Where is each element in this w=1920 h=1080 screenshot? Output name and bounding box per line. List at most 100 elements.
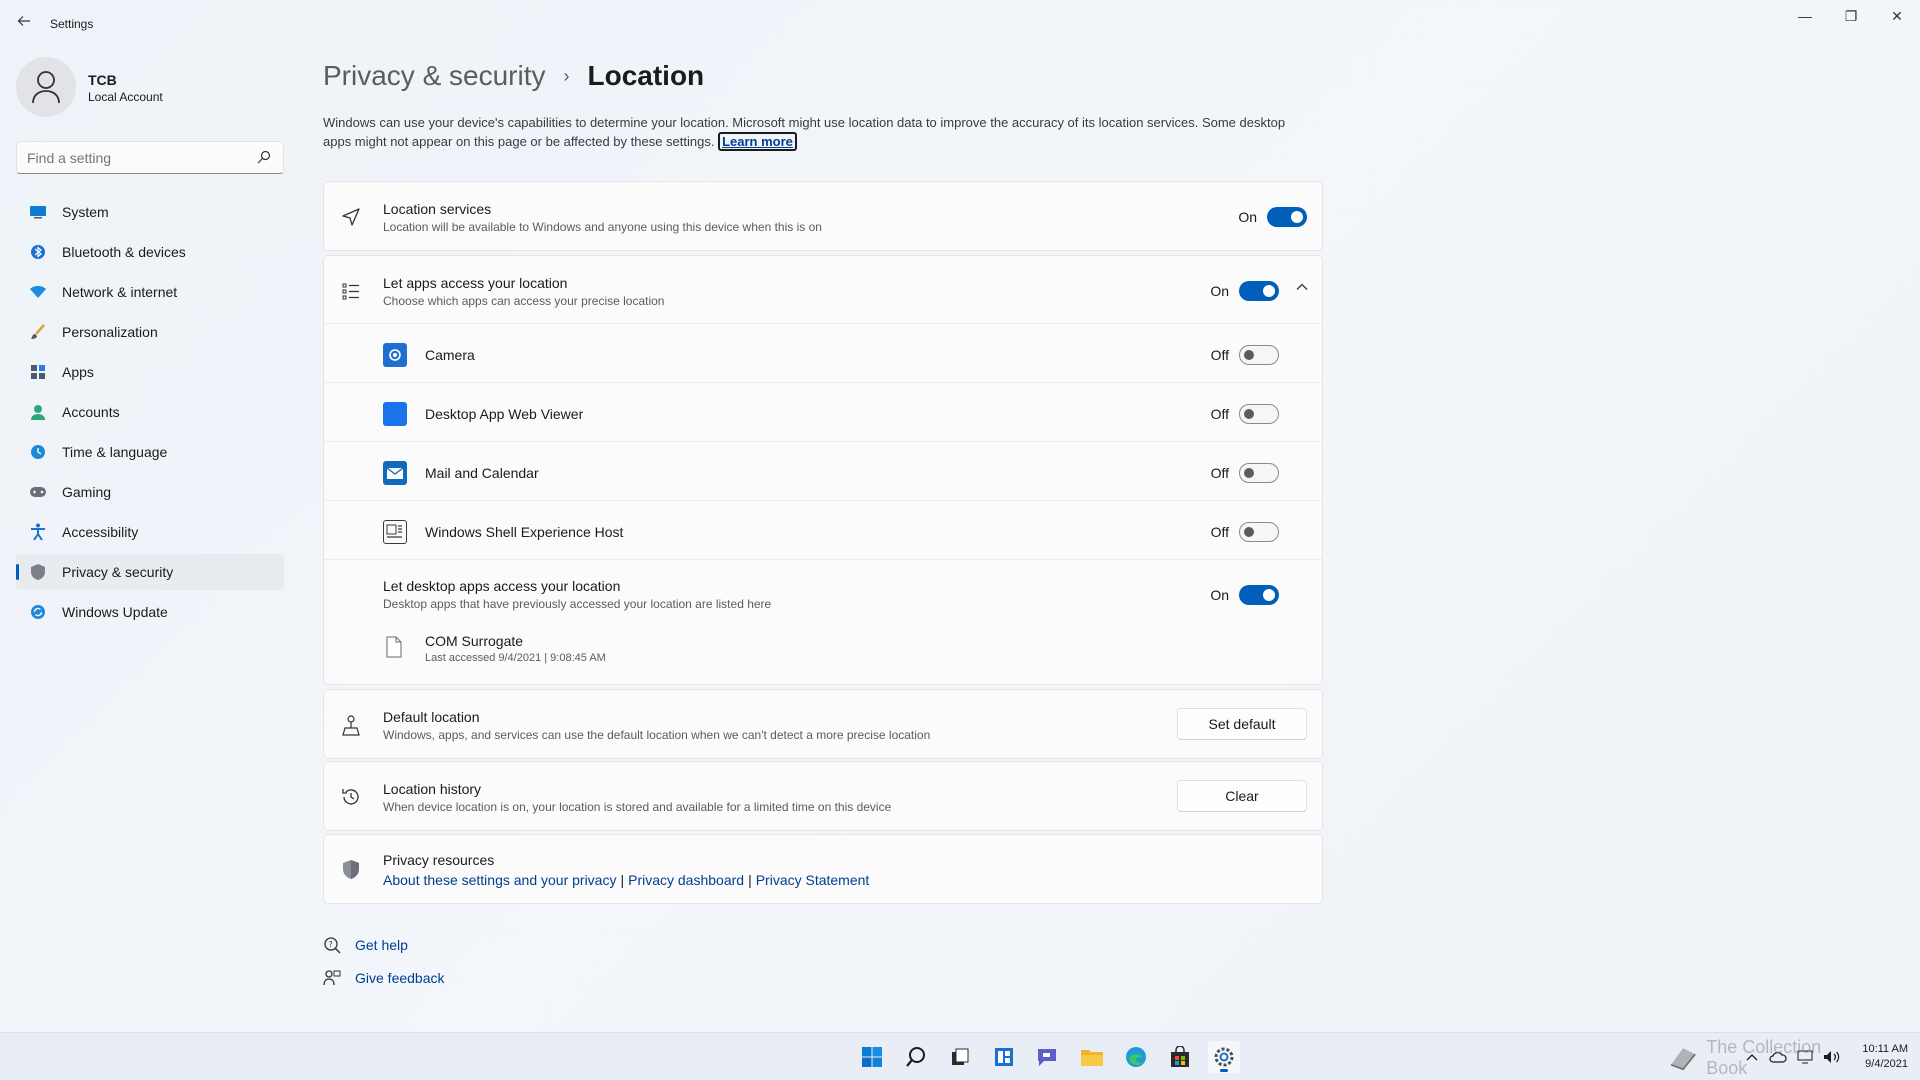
task-view-icon[interactable] [944, 1041, 976, 1073]
list-icon [340, 280, 362, 302]
search-icon [257, 150, 271, 164]
svg-text:?: ? [329, 940, 333, 949]
taskbar: 10:11 AM 9/4/2021 [0, 1032, 1920, 1080]
privacy-dashboard-link[interactable]: Privacy dashboard [628, 872, 744, 888]
location-services-state: On [1238, 209, 1257, 225]
privacy-statement-link[interactable]: Privacy Statement [756, 872, 870, 888]
location-services-subtitle: Location will be available to Windows an… [383, 220, 822, 234]
sidebar-item-bluetooth[interactable]: Bluetooth & devices [16, 234, 284, 270]
default-location-subtitle: Windows, apps, and services can use the … [383, 728, 931, 742]
link-separator: | [620, 872, 625, 888]
give-feedback-link[interactable]: Give feedback [323, 969, 445, 987]
sidebar-item-windows-update[interactable]: Windows Update [16, 594, 284, 630]
sidebar-item-privacy-security[interactable]: Privacy & security [16, 554, 284, 590]
arrow-left-icon [17, 16, 30, 26]
learn-more-link[interactable]: Learn more [718, 132, 797, 151]
camera-toggle[interactable] [1239, 345, 1279, 365]
shell-host-app-icon [383, 520, 407, 544]
give-feedback-label: Give feedback [355, 970, 445, 986]
shell-host-toggle[interactable] [1239, 522, 1279, 542]
windows-start-icon[interactable] [856, 1041, 888, 1073]
chevron-up-icon[interactable] [1295, 280, 1309, 297]
sidebar-item-accessibility[interactable]: Accessibility [16, 514, 284, 550]
link-separator: | [748, 872, 752, 888]
shield-icon [29, 563, 47, 581]
settings-icon[interactable] [1208, 1041, 1240, 1073]
sidebar-item-system[interactable]: System [16, 194, 284, 230]
divider [324, 441, 1322, 442]
location-history-subtitle: When device location is on, your locatio… [383, 800, 892, 814]
widgets-icon[interactable] [988, 1041, 1020, 1073]
sidebar-nav: System Bluetooth & devices Network & int… [16, 194, 284, 634]
clock[interactable]: 10:11 AM 9/4/2021 [1862, 1042, 1908, 1072]
navigation-arrow-icon [340, 206, 362, 228]
window-title: Settings [50, 17, 94, 31]
update-icon [29, 603, 47, 621]
privacy-links: About these settings and your privacy | … [383, 872, 869, 888]
app-access-toggle[interactable] [1239, 281, 1279, 301]
app-name-mail: Mail and Calendar [425, 465, 539, 481]
store-icon[interactable] [1164, 1041, 1196, 1073]
camera-app-icon [383, 343, 407, 367]
back-button[interactable] [14, 14, 34, 34]
default-location-card: Default location Windows, apps, and serv… [323, 689, 1323, 759]
sidebar-item-time-language[interactable]: Time & language [16, 434, 284, 470]
close-button[interactable]: ✕ [1874, 0, 1920, 32]
sidebar-item-accounts[interactable]: Accounts [16, 394, 284, 430]
divider [324, 382, 1322, 383]
sidebar-item-gaming[interactable]: Gaming [16, 474, 284, 510]
sidebar-item-label: Bluetooth & devices [62, 244, 186, 260]
desktop-app-name: COM Surrogate [425, 633, 524, 649]
sidebar-item-network[interactable]: Network & internet [16, 274, 284, 310]
sidebar-item-label: Apps [62, 364, 94, 380]
app-name-web-viewer: Desktop App Web Viewer [425, 406, 584, 422]
desktop-access-toggle[interactable] [1239, 585, 1279, 605]
page-title: Location [587, 60, 705, 91]
set-default-button[interactable]: Set default [1177, 708, 1307, 740]
web-viewer-toggle[interactable] [1239, 404, 1279, 424]
title-bar: Settings — ❐ ✕ [0, 0, 1920, 48]
maximize-button[interactable]: ❐ [1828, 0, 1874, 32]
edge-icon[interactable] [1120, 1041, 1152, 1073]
desktop-access-state: On [1210, 587, 1229, 603]
search-box[interactable] [16, 141, 284, 174]
user-profile[interactable]: TCB Local Account [16, 57, 286, 117]
search-input[interactable] [27, 148, 247, 168]
sidebar-item-apps[interactable]: Apps [16, 354, 284, 390]
clear-history-button[interactable]: Clear [1177, 780, 1307, 812]
person-icon [29, 403, 47, 421]
app-state-camera: Off [1210, 347, 1229, 363]
get-help-link[interactable]: ? Get help [323, 936, 408, 954]
location-services-toggle[interactable] [1267, 207, 1307, 227]
app-access-card: Let apps access your location Choose whi… [323, 255, 1323, 685]
document-icon [382, 635, 406, 659]
desktop-app-last-accessed: Last accessed 9/4/2021 | 9:08:45 AM [425, 652, 606, 664]
sidebar-item-label: Gaming [62, 484, 112, 500]
location-services-title: Location services [383, 201, 492, 217]
location-history-card: Location history When device location is… [323, 761, 1323, 831]
divider [324, 323, 1322, 324]
file-explorer-icon[interactable] [1076, 1041, 1108, 1073]
app-name-camera: Camera [425, 347, 475, 363]
breadcrumb-parent[interactable]: Privacy & security [323, 60, 546, 92]
sidebar-item-label: Privacy & security [62, 564, 174, 580]
sidebar-item-label: Personalization [62, 324, 158, 340]
minimize-button[interactable]: — [1782, 0, 1828, 32]
search-icon[interactable] [900, 1041, 932, 1073]
sidebar-item-label: Windows Update [62, 604, 168, 620]
map-pin-icon [340, 714, 362, 736]
chat-icon[interactable] [1032, 1041, 1064, 1073]
divider [324, 500, 1322, 501]
wifi-icon [29, 283, 47, 301]
app-state-mail: Off [1210, 465, 1229, 481]
profile-account-type: Local Account [88, 90, 163, 104]
app-access-subtitle: Choose which apps can access your precis… [383, 294, 665, 308]
sidebar-item-personalization[interactable]: Personalization [16, 314, 284, 350]
clock-time: 10:11 AM [1862, 1043, 1908, 1055]
mail-toggle[interactable] [1239, 463, 1279, 483]
help-icon: ? [323, 936, 341, 954]
about-privacy-link[interactable]: About these settings and your privacy [383, 872, 616, 888]
mail-app-icon [383, 461, 407, 485]
monitor-icon [29, 203, 47, 221]
divider [324, 559, 1322, 560]
